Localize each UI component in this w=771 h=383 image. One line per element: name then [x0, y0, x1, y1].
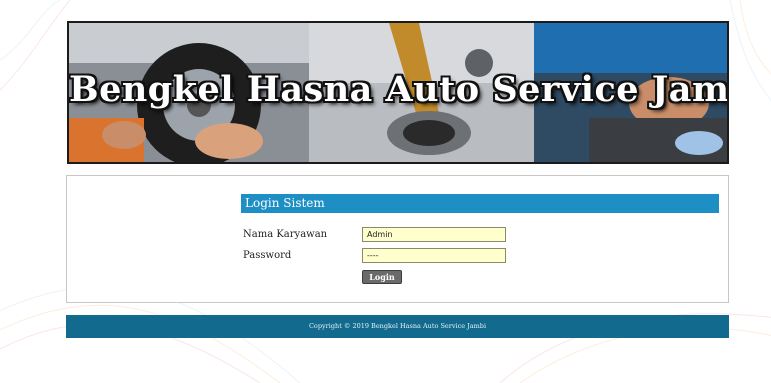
- name-label: Nama Karyawan: [243, 229, 328, 240]
- login-header: Login Sistem: [241, 194, 719, 213]
- login-button[interactable]: Login: [362, 270, 402, 284]
- password-label: Password: [243, 250, 292, 261]
- login-panel: Login Sistem Nama Karyawan Admin Passwor…: [66, 175, 729, 303]
- password-input[interactable]: ----: [362, 248, 506, 263]
- header-banner: Bengkel Hasna Auto Service Jambi: [67, 21, 729, 164]
- footer-bar: Copyright © 2019 Bengkel Hasna Auto Serv…: [66, 315, 729, 338]
- banner-title: Bengkel Hasna Auto Service Jambi: [69, 69, 729, 110]
- name-input[interactable]: Admin: [362, 227, 506, 242]
- copyright-text: Copyright © 2019 Bengkel Hasna Auto Serv…: [308, 322, 487, 330]
